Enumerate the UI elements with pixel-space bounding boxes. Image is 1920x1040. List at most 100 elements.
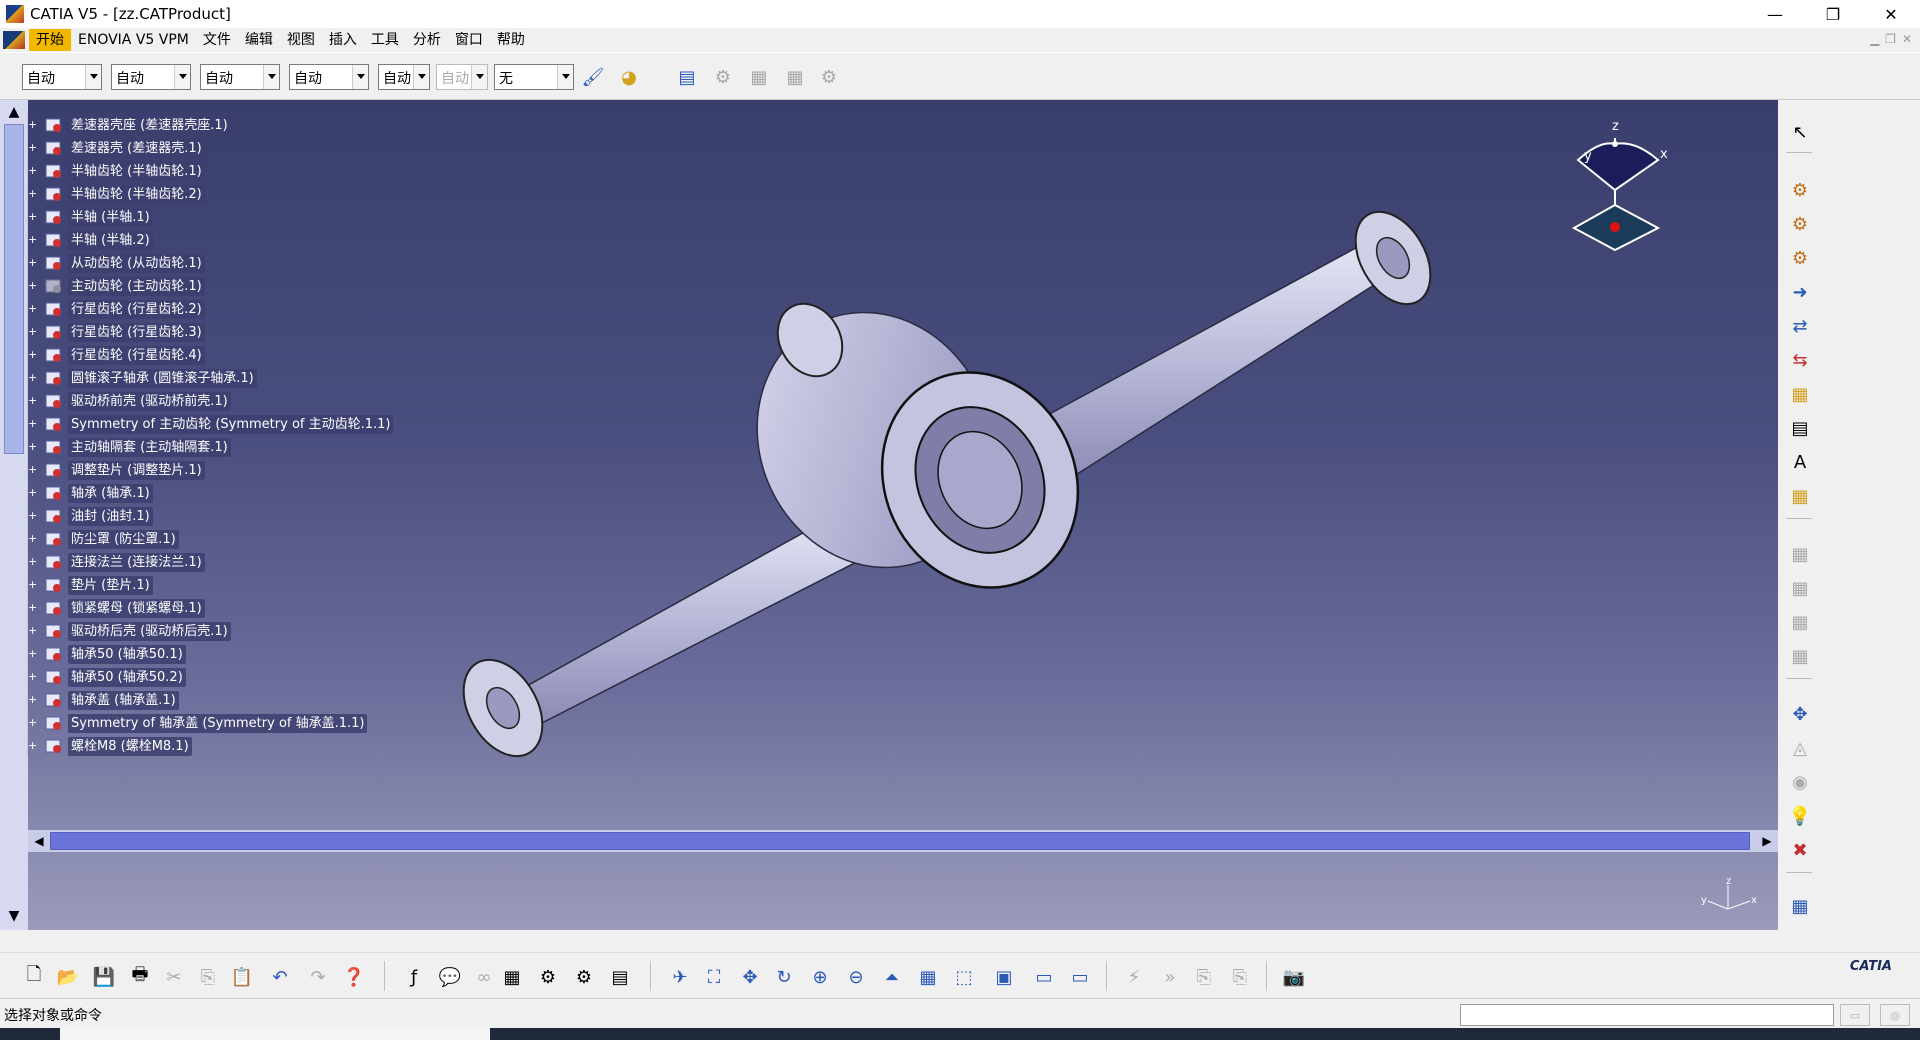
expand-plus-icon[interactable]: + [28,326,37,337]
expand-plus-icon[interactable]: + [28,395,37,406]
expand-plus-icon[interactable]: + [28,142,37,153]
expand-plus-icon[interactable]: + [28,579,37,590]
expand-plus-icon[interactable]: + [28,257,37,268]
expand-plus-icon[interactable]: + [28,303,37,314]
existing-component-icon[interactable]: ➜ [1786,278,1814,306]
expand-plus-icon[interactable]: + [28,418,37,429]
tree-node-label[interactable]: 油封 (油封.1) [68,507,153,526]
clash-icon[interactable]: ✖ [1786,836,1814,864]
tree-vertical-scrollbar[interactable]: ▲ ▼ [0,100,28,930]
expand-plus-icon[interactable]: + [28,441,37,452]
expand-plus-icon[interactable]: + [28,188,37,199]
parameter-icon[interactable]: ∞ [470,963,498,991]
viewport-horizontal-scrollbar[interactable]: ◀ ▶ [28,830,1778,852]
undo-icon[interactable]: ↶ [266,963,294,991]
manage-representations-icon[interactable]: A [1786,448,1814,476]
expand-plus-icon[interactable]: + [28,211,37,222]
apply-material-icon[interactable]: ◕ [616,64,642,90]
menu-enovia[interactable]: ENOVIA V5 VPM [71,29,196,51]
tree-node-label[interactable]: 螺栓M8 (螺栓M8.1) [68,737,192,756]
expand-plus-icon[interactable]: + [28,533,37,544]
line-thickness-combo[interactable]: 自动 [200,64,280,90]
camera-icon[interactable]: 📷 [1280,963,1308,991]
expand-plus-icon[interactable]: + [28,165,37,176]
swap-visible-space-icon[interactable]: ▭ [1066,963,1094,991]
expand-plus-icon[interactable]: + [28,349,37,360]
knowledge-icon[interactable]: 💬 [436,963,464,991]
pan-icon[interactable]: ✥ [736,963,764,991]
expand-plus-icon[interactable]: + [28,510,37,521]
insert-new-part-icon[interactable]: ⚙ [1786,244,1814,272]
tree-node-label[interactable]: Symmetry of 轴承盖 (Symmetry of 轴承盖.1.1) [68,714,368,733]
generate-numbering-icon[interactable]: ▦ [1786,380,1814,408]
cut-icon[interactable]: ✂ [160,963,188,991]
design-table-icon[interactable]: ▦ [498,963,526,991]
expand-plus-icon[interactable]: + [28,280,37,291]
properties-icon[interactable]: ▤ [674,64,700,90]
expand-plus-icon[interactable]: + [28,556,37,567]
normal-view-icon[interactable]: ⏶ [878,963,906,991]
tree-node-label[interactable]: Symmetry of 主动齿轮 (Symmetry of 主动齿轮.1.1) [68,415,394,434]
scroll-right-arrow-icon[interactable]: ▶ [1758,832,1776,850]
tree-node-label[interactable]: 差速器壳座 (差速器壳座.1) [68,116,231,135]
taskbar-search-box[interactable] [60,1028,490,1040]
hscroll-thumb[interactable] [50,832,1750,850]
table-icon[interactable]: ▦ [782,64,808,90]
open-folder-icon[interactable]: 📂 [54,963,82,991]
tree-node-label[interactable]: 行星齿轮 (行星齿轮.3) [68,323,205,342]
fit-all-icon[interactable]: ⛶ [700,963,728,991]
print-icon[interactable]: 🖶 [126,963,154,991]
coincidence-constraint-icon[interactable]: ▦ [1786,540,1814,568]
whats-this-icon[interactable]: ❓ [340,963,368,991]
command-input[interactable] [1460,1004,1834,1026]
menu-file[interactable]: 文件 [196,29,238,51]
catalog-icon[interactable]: ▦ [746,64,772,90]
catalog-browser-icon[interactable]: ▦ [1786,892,1814,920]
scroll-thumb[interactable] [4,124,24,454]
tree-node-label[interactable]: 行星齿轮 (行星齿轮.2) [68,300,205,319]
restore-button[interactable]: ❐ [1804,0,1862,28]
tree-node-label[interactable]: 轴承盖 (轴承盖.1) [68,691,179,710]
tree-node-label[interactable]: 轴承50 (轴承50.2) [68,668,186,687]
zoom-out-icon[interactable]: ⊖ [842,963,870,991]
new-file-icon[interactable]: 🗋 [20,963,48,991]
painter-icon[interactable]: 🖌 [580,64,606,90]
menu-view[interactable]: 视图 [280,29,322,51]
redo-icon[interactable]: ↷ [304,963,332,991]
tree-node-label[interactable]: 驱动桥前壳 (驱动桥前壳.1) [68,392,231,411]
doc-close-icon[interactable]: ✕ [1902,32,1912,46]
compass-icon[interactable]: z x y [1560,119,1670,284]
select-arrow-icon[interactable]: ↖ [1786,118,1814,146]
zoom-in-icon[interactable]: ⊕ [806,963,834,991]
tree-node-label[interactable]: 调整垫片 (调整垫片.1) [68,461,205,480]
angle-constraint-icon[interactable]: ▦ [1786,642,1814,670]
save-icon[interactable]: 💾 [90,963,118,991]
bill-of-material-icon[interactable]: » [1156,963,1184,991]
explode-icon[interactable]: ◉ [1786,768,1814,796]
expand-plus-icon[interactable]: + [28,717,37,728]
tree-node-label[interactable]: 差速器壳 (差速器壳.1) [68,139,205,158]
isometric-view-icon[interactable]: ⬚ [950,963,978,991]
expand-plus-icon[interactable]: + [28,234,37,245]
contact-constraint-icon[interactable]: ▦ [1786,574,1814,602]
paste-icon[interactable]: 📋 [228,963,256,991]
tree-node-label[interactable]: 垫片 (垫片.1) [68,576,153,595]
rotate-icon[interactable]: ↻ [770,963,798,991]
multi-view-icon[interactable]: ▦ [914,963,942,991]
drive-axle-model[interactable] [0,100,1778,930]
expand-plus-icon[interactable]: + [28,671,37,682]
table-view-icon[interactable]: ▤ [606,963,634,991]
menu-start[interactable]: 开始 [29,29,71,51]
replace-component-icon[interactable]: ⇄ [1786,312,1814,340]
shading-icon[interactable]: ▣ [990,963,1018,991]
graph-tree-reordering-icon[interactable]: ⇆ [1786,346,1814,374]
expand-plus-icon[interactable]: + [28,372,37,383]
expand-plus-icon[interactable]: + [28,119,37,130]
command-stop-button[interactable]: ◎ [1880,1004,1910,1026]
menu-help[interactable]: 帮助 [490,29,532,51]
kinematics-icon[interactable]: ⚙ [816,64,842,90]
tree-node-label[interactable]: 半轴齿轮 (半轴齿轮.2) [68,185,205,204]
lightbulb-icon[interactable]: 💡 [1786,802,1814,830]
expand-plus-icon[interactable]: + [28,464,37,475]
color-combo[interactable]: 自动 [22,64,102,90]
